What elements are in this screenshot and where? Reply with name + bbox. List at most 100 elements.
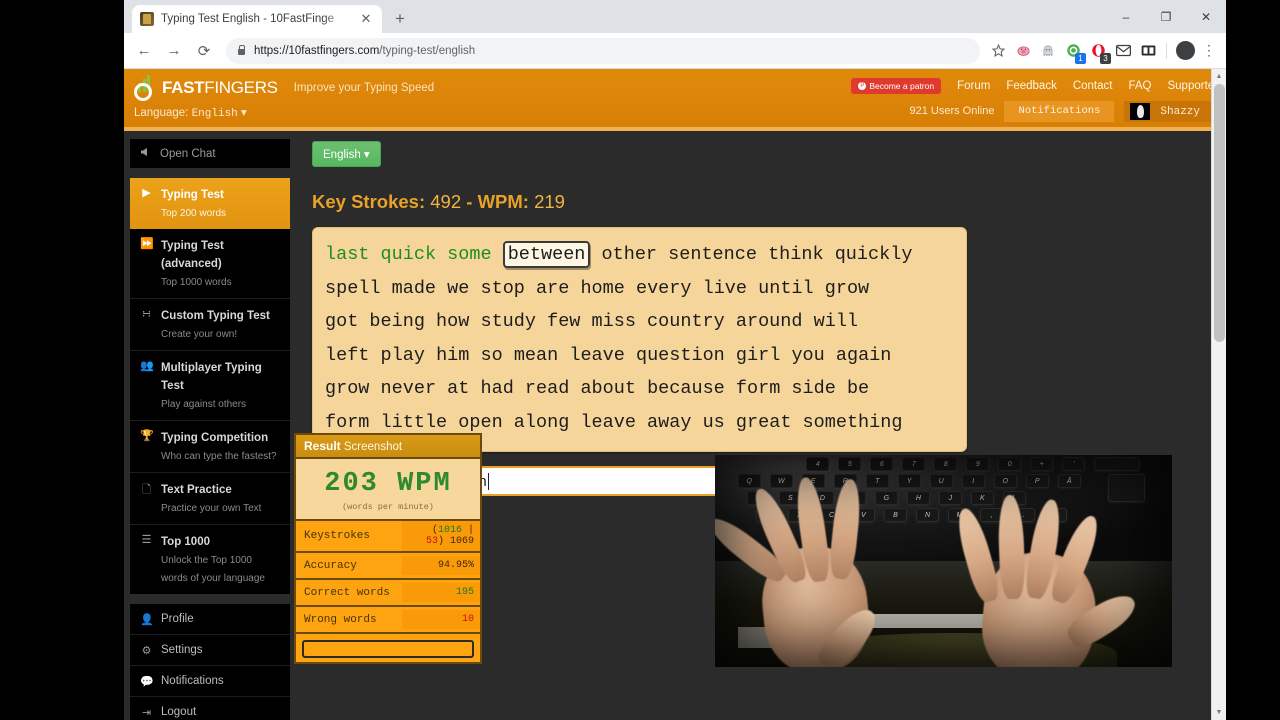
sidebar-item-typing-test-advanced[interactable]: ⏩ Typing Test (advanced) Top 1000 words: [130, 229, 290, 299]
word: away: [647, 411, 692, 433]
word: great: [735, 411, 792, 433]
sidebar-item-sublabel: Top 1000 words: [161, 277, 232, 288]
reload-button[interactable]: ⟳: [190, 37, 218, 65]
window-controls: – ❐ ✕: [1106, 0, 1226, 33]
window-minimize-button[interactable]: –: [1106, 0, 1146, 33]
sidebar-item-sublabel: Practice your own Text: [161, 503, 262, 514]
back-button[interactable]: ←: [130, 37, 158, 65]
sidebar-item-label: Typing Test (advanced): [161, 240, 224, 270]
word: open: [458, 411, 503, 433]
address-bar[interactable]: https://10fastfingers.com/typing-test/en…: [226, 37, 980, 64]
result-row-value: 94.95%: [402, 556, 480, 575]
site-header: FASTFINGERS Improve your Typing Speed La…: [124, 69, 1226, 127]
logout-icon: ⇥: [141, 707, 152, 719]
tab-close-icon[interactable]: ✕: [358, 11, 374, 27]
nav-link-faq[interactable]: FAQ: [1128, 80, 1151, 92]
url-domain: https://10fastfingers.com: [254, 44, 380, 57]
result-row-correct-words: Correct words 195: [296, 580, 480, 607]
language-selector[interactable]: Language: English ▾: [134, 105, 247, 120]
word: stop: [480, 277, 525, 299]
word: form: [325, 411, 370, 433]
scrollbar-down-arrow[interactable]: ▼: [1212, 705, 1226, 720]
sidebar-item-label: Top 1000: [161, 536, 210, 548]
word: miss: [591, 311, 636, 332]
language-value: English: [191, 108, 238, 120]
sidebar-item-logout[interactable]: ⇥ Logout: [130, 697, 290, 720]
sidebar-menu: ▶ Typing Test Top 200 words ⏩ Typing Tes…: [130, 178, 290, 594]
letterbox-right: [1226, 0, 1280, 720]
result-screenshot-label[interactable]: Screenshot: [344, 441, 402, 453]
word: along: [513, 411, 570, 433]
gear-icon: ⚙: [141, 645, 152, 657]
sidebar-item-settings[interactable]: ⚙ Settings: [130, 635, 290, 666]
fast-forward-icon: ⏩: [140, 238, 154, 250]
sidebar-item-profile[interactable]: 👤 Profile: [130, 604, 290, 635]
word: will: [813, 311, 859, 332]
bookmark-star-icon[interactable]: [988, 41, 1008, 61]
scrollbar-up-arrow[interactable]: ▲: [1212, 69, 1226, 84]
word: we: [447, 277, 470, 299]
sidebar-item-sublabel: Create your own!: [161, 329, 238, 340]
become-a-patron-button[interactable]: P Become a patron: [851, 78, 942, 94]
sidebar-item-label: Text Practice: [161, 484, 232, 496]
word: him: [436, 344, 470, 366]
word: quick: [380, 244, 437, 265]
sidebar: Open Chat ▶ Typing Test Top 200 words ⏩ …: [124, 131, 296, 720]
opera-extension-icon[interactable]: 3: [1088, 41, 1111, 64]
nav-link-contact[interactable]: Contact: [1073, 80, 1113, 92]
sidebar-item-multiplayer-typing-test[interactable]: 👥 Multiplayer Typing Test Play against o…: [130, 351, 290, 421]
sidebar-item-notifications[interactable]: 💬 Notifications: [130, 666, 290, 697]
tab-favicon-icon: [140, 12, 154, 26]
new-tab-button[interactable]: +: [386, 5, 414, 33]
avatar: [1130, 103, 1151, 120]
play-icon: ▶: [142, 187, 151, 199]
sidebar-item-typing-competition[interactable]: 🏆 Typing Competition Who can type the fa…: [130, 421, 290, 473]
mail-extension-icon[interactable]: [1113, 41, 1133, 61]
sidebar-item-text-practice[interactable]: 🗋 Text Practice Practice your own Text: [130, 473, 290, 525]
page-scrollbar[interactable]: ▲ ▼: [1211, 69, 1226, 720]
kebab-menu-icon[interactable]: ⋮: [1200, 42, 1218, 59]
window-maximize-button[interactable]: ❐: [1146, 0, 1186, 33]
result-card-footer: [296, 634, 480, 662]
word: until: [758, 277, 814, 299]
scrollbar-thumb[interactable]: [1214, 84, 1225, 342]
word: sentence: [668, 244, 757, 265]
forward-button[interactable]: →: [160, 37, 188, 65]
patron-label: Become a patron: [869, 81, 935, 91]
sidebar-item-custom-typing-test[interactable]: ∺ Custom Typing Test Create your own!: [130, 299, 290, 351]
word: are: [536, 277, 570, 299]
site-logo[interactable]: FASTFINGERS Improve your Typing Speed: [134, 75, 438, 101]
open-chat-button[interactable]: Open Chat: [130, 139, 290, 168]
sidebar-item-label: Logout: [161, 706, 197, 718]
result-card-header: Result Screenshot: [296, 435, 480, 459]
keystrokes-label: Key Strokes:: [312, 191, 426, 212]
window-close-button[interactable]: ✕: [1186, 0, 1226, 33]
word: got: [325, 311, 359, 332]
word-list-panel[interactable]: last quick some between other sentence t…: [312, 227, 967, 452]
nav-link-forum[interactable]: Forum: [957, 80, 990, 92]
wpm-value: 219: [534, 191, 565, 212]
reader-extension-icon[interactable]: [1138, 41, 1158, 61]
extension-pig-icon[interactable]: [1013, 41, 1033, 61]
nav-link-feedback[interactable]: Feedback: [1006, 80, 1057, 92]
result-action-button[interactable]: [302, 640, 474, 658]
result-card: Result Screenshot 203 WPM (words per min…: [294, 433, 482, 664]
word: grow: [824, 277, 870, 299]
notifications-button[interactable]: Notifications: [1004, 101, 1115, 122]
site-tagline: Improve your Typing Speed: [293, 82, 435, 94]
language-dropdown-button[interactable]: English ▾: [312, 141, 381, 167]
word: home: [580, 277, 625, 299]
word-row: left play him so mean leave question gir…: [325, 339, 954, 373]
word: you: [791, 344, 825, 366]
word: something: [802, 411, 903, 433]
sidebar-item-top-1000[interactable]: ☰ Top 1000 Unlock the Top 1000 words of …: [130, 525, 290, 594]
sidebar-item-label: Profile: [161, 613, 194, 625]
extension-ghost-icon[interactable]: [1038, 41, 1058, 61]
result-row-wrong-words: Wrong words 10: [296, 607, 480, 634]
sidebar-item-typing-test[interactable]: ▶ Typing Test Top 200 words: [130, 178, 290, 229]
letterbox-left: [0, 0, 124, 720]
browser-tab[interactable]: Typing Test English - 10FastFinge ✕: [132, 5, 382, 33]
profile-avatar[interactable]: [1175, 41, 1195, 61]
word: side: [791, 378, 836, 399]
grammarly-icon[interactable]: 1: [1063, 41, 1086, 64]
